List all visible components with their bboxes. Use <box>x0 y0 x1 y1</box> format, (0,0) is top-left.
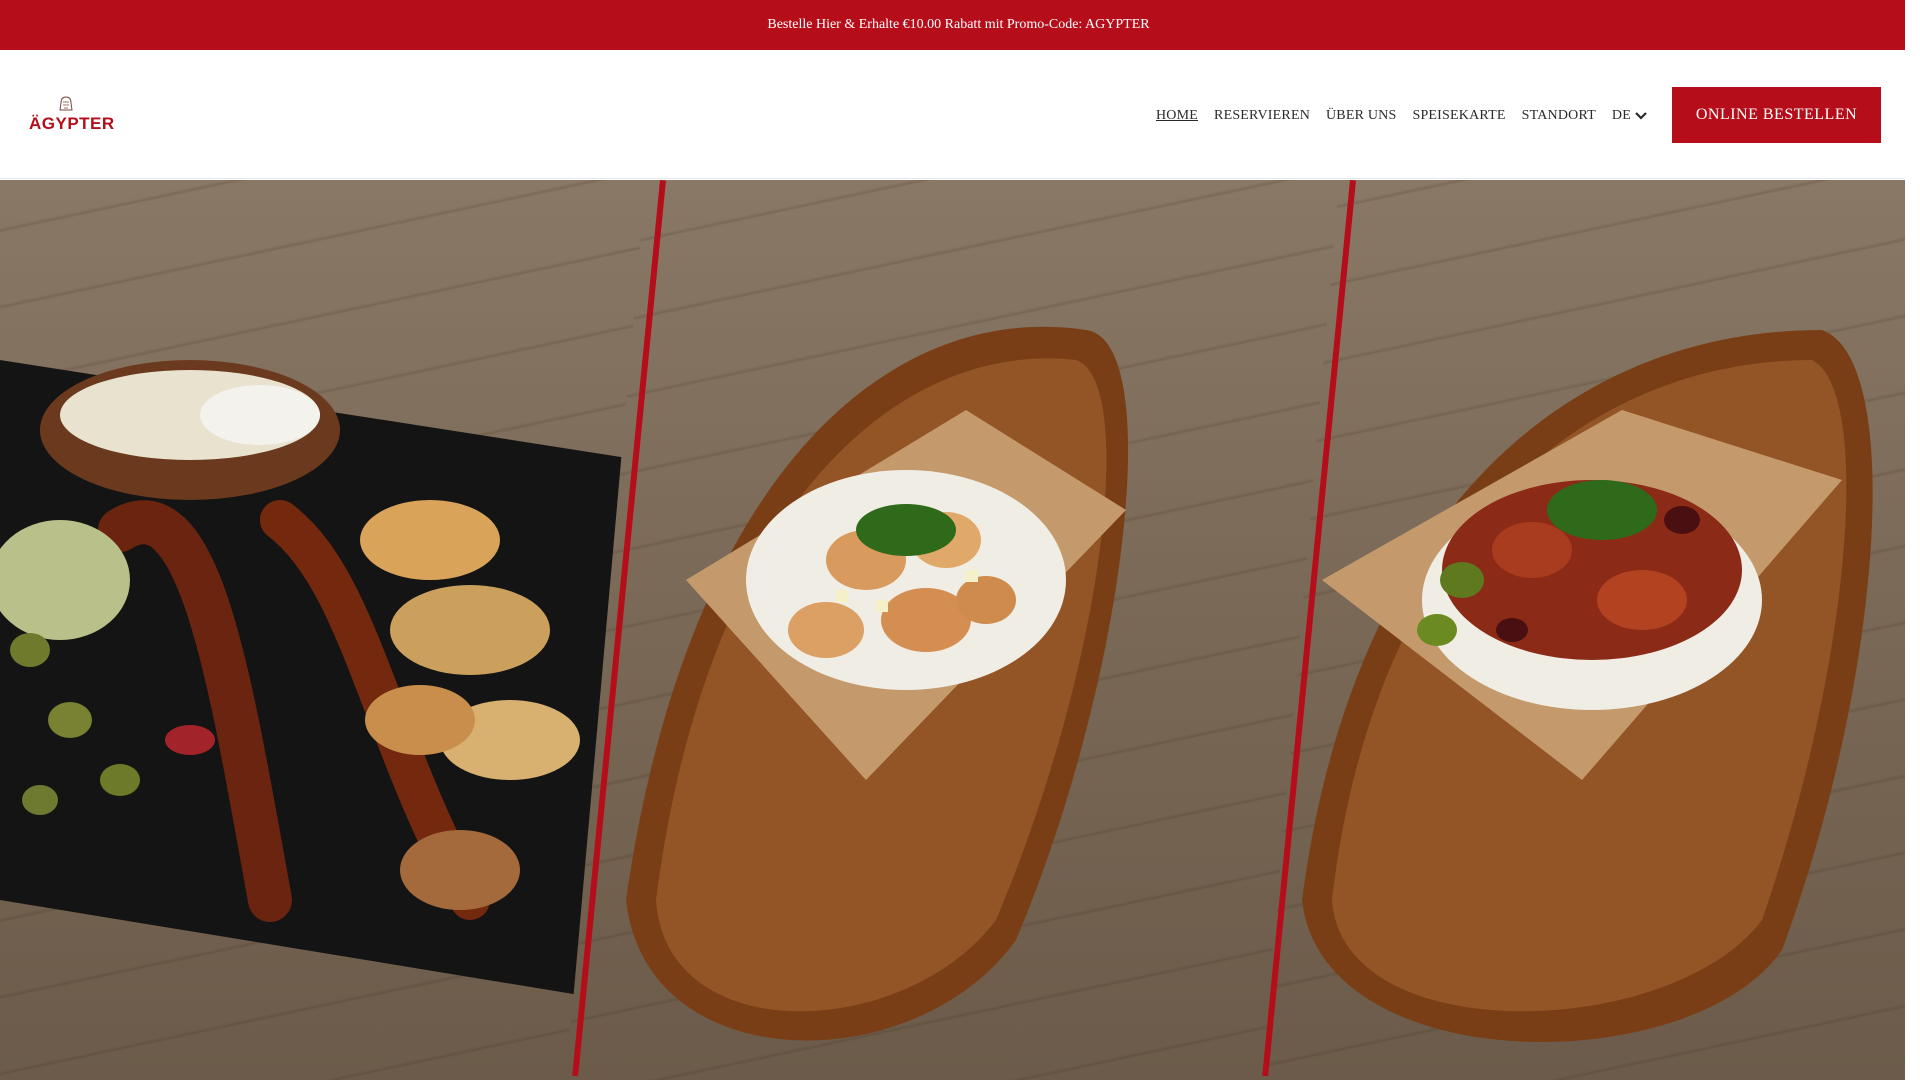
site-header: ÄGYPTER HOME RESERVIEREN ÜBER UNS SPEISE… <box>0 50 1905 179</box>
hero-panel-chicken-rice <box>566 180 1366 1080</box>
pharaoh-head-icon <box>59 96 73 111</box>
chevron-down-icon <box>1635 112 1647 120</box>
main-nav: HOME RESERVIEREN ÜBER UNS SPEISEKARTE ST… <box>1156 106 1648 126</box>
promo-link[interactable]: Bestelle Hier & Erhalte €10.00 Rabatt mi… <box>767 17 1149 33</box>
hero-banner <box>0 180 1905 1080</box>
logo-wordmark: ÄGYPTER <box>29 114 115 133</box>
nav-reservieren[interactable]: RESERVIEREN <box>1214 108 1310 124</box>
logo[interactable]: ÄGYPTER <box>24 96 114 136</box>
online-order-button[interactable]: ONLINE BESTELLEN <box>1672 87 1881 143</box>
hero-panel-spicy-bowl <box>1262 180 1905 1080</box>
spicy-bowl-image <box>1302 330 1873 1043</box>
language-label: DE <box>1611 108 1631 123</box>
language-selector[interactable]: DE <box>1612 108 1648 124</box>
promo-bar: Bestelle Hier & Erhalte €10.00 Rabatt mi… <box>0 0 1905 50</box>
nav-home[interactable]: HOME <box>1156 108 1198 124</box>
nav-standort[interactable]: STANDORT <box>1522 108 1596 124</box>
nav-speisekarte[interactable]: SPEISEKARTE <box>1412 108 1505 124</box>
chicken-rice-image <box>626 326 1129 1041</box>
nav-ueber-uns[interactable]: ÜBER UNS <box>1326 108 1396 124</box>
